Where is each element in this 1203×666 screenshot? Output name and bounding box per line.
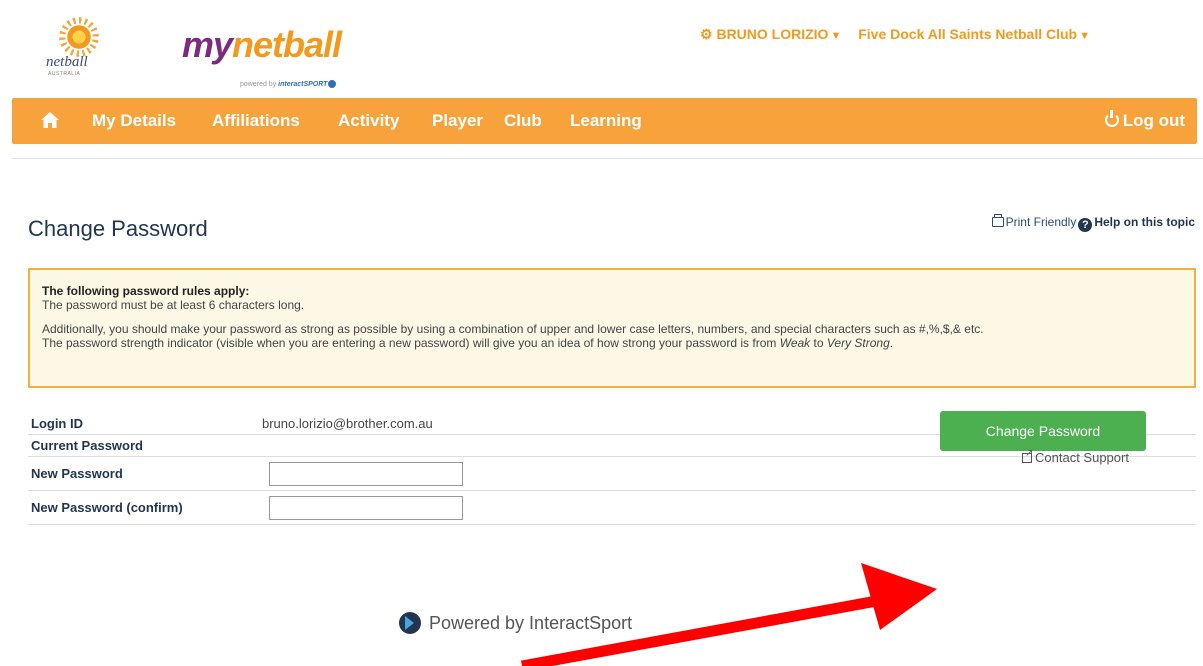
annotation-arrow xyxy=(521,563,937,666)
arrow-head xyxy=(861,563,937,630)
arrow-shaft xyxy=(521,592,894,666)
